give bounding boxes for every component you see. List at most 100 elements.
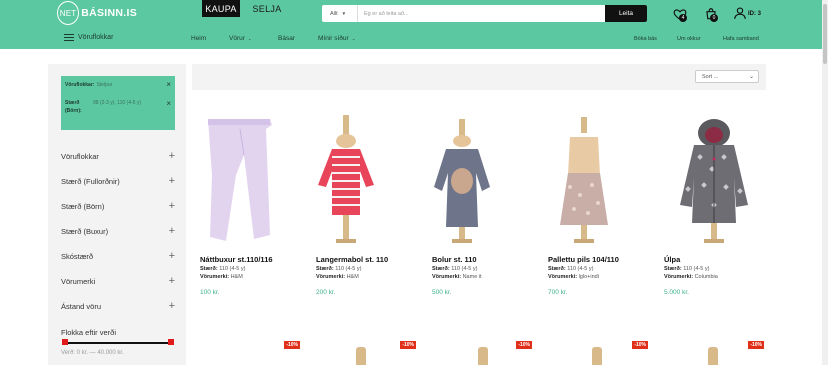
product-image[interactable] bbox=[592, 347, 602, 365]
discount-badge: -10% bbox=[516, 341, 532, 349]
active-filter-key: Stærð (Börn): bbox=[65, 100, 82, 114]
discount-badge: -10% bbox=[632, 341, 648, 349]
plus-icon: + bbox=[168, 225, 175, 237]
product-name[interactable]: Náttbuxur st.110/116 bbox=[200, 255, 304, 264]
product-price: 200 kr. bbox=[316, 289, 336, 296]
filter-group-brand[interactable]: Vörumerki + bbox=[61, 274, 175, 288]
account-button[interactable] bbox=[732, 6, 748, 22]
product-image[interactable] bbox=[548, 115, 648, 251]
product-card[interactable]: -10% bbox=[664, 341, 768, 365]
product-image[interactable] bbox=[316, 115, 416, 251]
nav-home[interactable]: Heim bbox=[191, 35, 206, 42]
product-card[interactable]: -10% bbox=[316, 341, 420, 365]
size-value: 110 (4-5 y) bbox=[219, 266, 246, 272]
filter-group-categories[interactable]: Vöruflokkar + bbox=[61, 149, 175, 163]
nav-my-pages[interactable]: Mínir síður ⌄ bbox=[318, 35, 355, 42]
filter-group-size-kids[interactable]: Stærð (Börn) + bbox=[61, 199, 175, 213]
nav-products[interactable]: Vörur ⌄ bbox=[229, 35, 252, 42]
remove-filter-icon[interactable]: × bbox=[166, 80, 171, 89]
price-slider-track[interactable] bbox=[63, 342, 173, 344]
product-size: Stærð: 110 (4-5 y) bbox=[432, 266, 536, 272]
plus-icon: + bbox=[168, 300, 175, 312]
size-value: 110 (4-5 y) bbox=[451, 266, 478, 272]
scrollbar-thumb[interactable] bbox=[823, 4, 827, 64]
site-logo[interactable]: NET BÁSINN.IS bbox=[57, 1, 137, 25]
product-image[interactable] bbox=[356, 347, 366, 365]
product-card[interactable]: -10% bbox=[200, 341, 304, 365]
size-key: Stærð: bbox=[548, 266, 566, 272]
size-value: 110 (4-5 y) bbox=[335, 266, 362, 272]
product-name[interactable]: Bolur st. 110 bbox=[432, 255, 536, 264]
search-category-select[interactable]: Allt ▼ bbox=[322, 5, 358, 22]
price-slider-fill bbox=[63, 342, 173, 344]
filter-group-label: Stærð (Fullorðnir) bbox=[61, 176, 120, 186]
search-button[interactable]: Leita bbox=[605, 5, 647, 22]
size-key: Stærð: bbox=[432, 266, 450, 272]
user-icon bbox=[734, 7, 746, 19]
product-name[interactable]: Langermabol st. 110 bbox=[316, 255, 420, 264]
product-card[interactable]: Bolur st. 110 Stærð: 110 (4-5 y) Vörumer… bbox=[432, 115, 536, 296]
product-image[interactable] bbox=[708, 347, 718, 365]
product-card[interactable]: Pallettu pils 104/110 Stærð: 110 (4-5 y)… bbox=[548, 115, 652, 296]
product-card[interactable]: Úlpa Stærð: 110 (4-5 y) Vörumerki: Colum… bbox=[664, 115, 768, 296]
plus-icon: + bbox=[168, 200, 175, 212]
brand-key: Vörumerki: bbox=[432, 274, 462, 280]
price-slider-min-handle[interactable] bbox=[62, 339, 68, 345]
tab-buy[interactable]: KAUPA bbox=[202, 0, 240, 17]
categories-menu-button[interactable]: Vöruflokkar bbox=[64, 34, 113, 41]
filter-group-size-adults[interactable]: Stærð (Fullorðnir) + bbox=[61, 174, 175, 188]
wishlist-button[interactable]: 4 bbox=[672, 6, 688, 22]
nav-booths[interactable]: Básar bbox=[278, 35, 295, 42]
product-image[interactable] bbox=[478, 347, 488, 365]
nav-my-pages-label: Mínir síður bbox=[318, 35, 349, 42]
filter-group-label: Stærð (Börn) bbox=[61, 201, 105, 211]
product-card[interactable]: -10% bbox=[548, 341, 652, 365]
active-filter-key: Vöruflokkar: bbox=[65, 82, 95, 88]
plus-icon: + bbox=[168, 175, 175, 187]
tab-sell[interactable]: SELJA bbox=[248, 1, 286, 16]
filter-group-shoe-size[interactable]: Skóstærð + bbox=[61, 249, 175, 263]
filter-group-label: Skóstærð bbox=[61, 251, 94, 261]
user-id-label: ID: 3 bbox=[748, 11, 762, 17]
filter-group-condition[interactable]: Ástand vöru + bbox=[61, 299, 175, 313]
sort-select[interactable]: Sort ... ⌄ bbox=[695, 70, 759, 83]
active-filter-value: 98 (2-3 y), 110 (4-5 y) bbox=[93, 100, 141, 106]
chevron-down-icon: ⌄ bbox=[351, 36, 356, 41]
product-image[interactable] bbox=[200, 115, 300, 251]
product-brand: Vörumerki: H&M bbox=[316, 274, 420, 280]
filter-group-label: Vörumerki bbox=[61, 276, 96, 286]
product-card[interactable]: -10% bbox=[432, 341, 536, 365]
brand-key: Vörumerki: bbox=[664, 274, 694, 280]
brand-key: Vörumerki: bbox=[200, 274, 230, 280]
product-card[interactable]: Náttbuxur st.110/116 Stærð: 110 (4-5 y) … bbox=[200, 115, 304, 296]
page-scrollbar[interactable] bbox=[822, 0, 828, 365]
nav-about[interactable]: Um okkur bbox=[677, 36, 701, 42]
filter-sidebar: Vöruflokkar: Stelpur × Stærð (Börn): 98 … bbox=[48, 64, 186, 365]
plus-icon: + bbox=[168, 275, 175, 287]
cart-button[interactable]: 0 bbox=[703, 6, 719, 22]
price-filter-title: Flokka eftir verði bbox=[61, 328, 117, 337]
remove-filter-icon[interactable]: × bbox=[166, 99, 171, 108]
size-key: Stærð: bbox=[316, 266, 334, 272]
search-input[interactable] bbox=[358, 6, 605, 21]
main-nav: Vöruflokkar Heim Vörur ⌄ Básar Mínir síðu… bbox=[0, 28, 828, 49]
search-bar: Allt ▼ Leita bbox=[322, 5, 647, 22]
active-filter-size: Stærð (Börn): 98 (2-3 y), 110 (4-5 y) bbox=[65, 99, 155, 115]
product-name[interactable]: Pallettu pils 104/110 bbox=[548, 255, 652, 264]
product-price: 100 kr. bbox=[200, 289, 220, 296]
size-value: 110 (4-5 y) bbox=[683, 266, 710, 272]
product-image[interactable] bbox=[664, 115, 764, 251]
product-size: Stærð: 110 (4-5 y) bbox=[664, 266, 768, 272]
filter-group-size-pants[interactable]: Stærð (Buxur) + bbox=[61, 224, 175, 238]
nav-book-booth[interactable]: Bóka bás bbox=[634, 36, 657, 42]
categories-label: Vöruflokkar bbox=[78, 34, 114, 41]
nav-contact[interactable]: Hafa samband bbox=[723, 36, 759, 42]
filter-group-label: Vöruflokkar bbox=[61, 151, 99, 161]
product-price: 700 kr. bbox=[548, 289, 568, 296]
product-image[interactable] bbox=[432, 115, 532, 251]
product-price: 500 kr. bbox=[432, 289, 452, 296]
plus-icon: + bbox=[168, 150, 175, 162]
product-card[interactable]: Langermabol st. 110 Stærð: 110 (4-5 y) V… bbox=[316, 115, 420, 296]
product-name[interactable]: Úlpa bbox=[664, 255, 768, 264]
price-slider-max-handle[interactable] bbox=[168, 339, 174, 345]
